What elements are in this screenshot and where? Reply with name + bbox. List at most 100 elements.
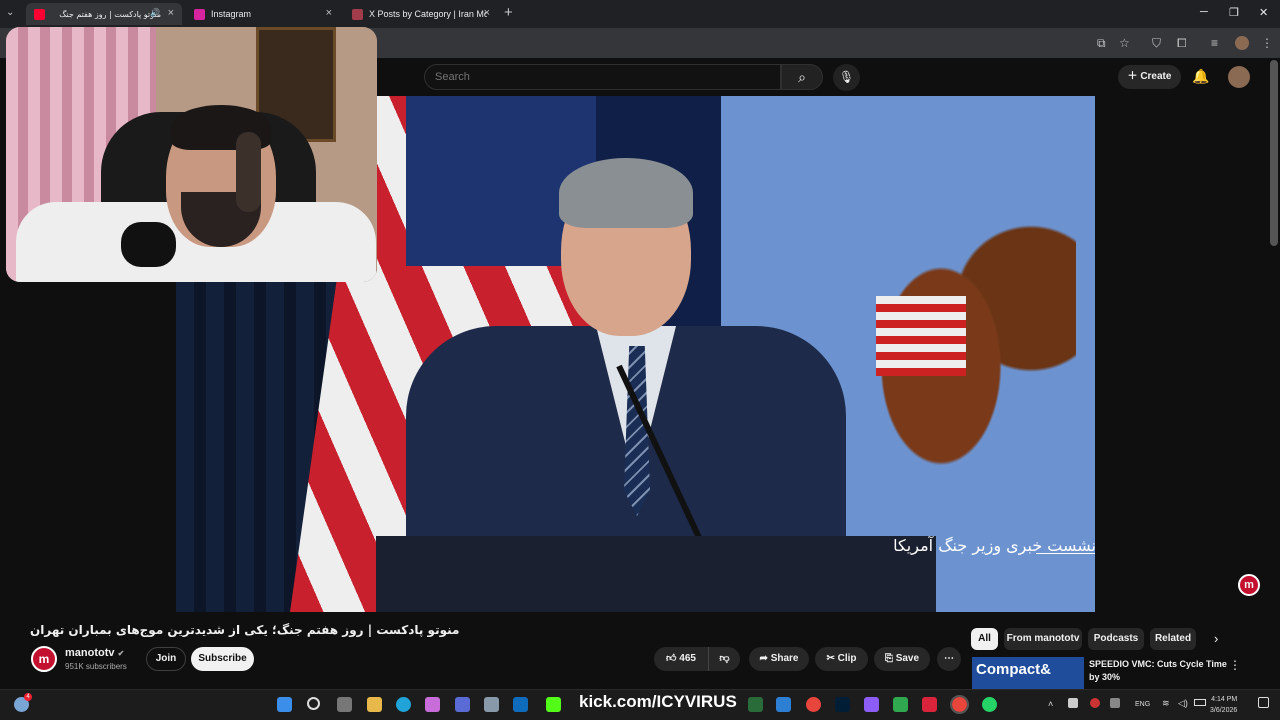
share-arrow-icon: ➦ xyxy=(759,653,771,664)
channel-name[interactable]: manototv ✔ xyxy=(65,647,124,659)
app-red-icon[interactable] xyxy=(922,697,937,712)
windows-start-icon[interactable] xyxy=(277,697,292,712)
cast-icon[interactable]: ⧉ xyxy=(1097,36,1106,51)
chrome-active-icon[interactable] xyxy=(950,695,969,714)
subscriber-count: 951K subscribers xyxy=(65,662,127,671)
tray-record-icon[interactable] xyxy=(1090,698,1100,708)
chrome-icon[interactable] xyxy=(806,697,821,712)
chip-from-channel[interactable]: From manototv xyxy=(1004,628,1082,650)
outlook-icon[interactable] xyxy=(513,697,528,712)
tab-label: X Posts by Category | Iran Mon xyxy=(369,9,487,19)
instagram-favicon-icon xyxy=(194,8,205,20)
bookmark-icon: ⎘ xyxy=(884,653,896,664)
browser-menu-icon[interactable]: ⋮ xyxy=(1261,36,1273,50)
edge-browser-icon[interactable] xyxy=(396,697,411,712)
tray-app-icon[interactable] xyxy=(1068,698,1078,708)
tab-instagram[interactable]: Instagram × xyxy=(186,3,340,25)
taskbar-search-icon[interactable] xyxy=(307,697,320,710)
tab-manoto[interactable]: منوتو پادکست | روز هفتم جنگ 🔊 × xyxy=(26,3,182,25)
verified-check-icon: ✔ xyxy=(117,649,125,658)
thumbs-down-icon: 👎︎ xyxy=(719,653,730,664)
photoshop-icon[interactable] xyxy=(835,697,850,712)
chip-all[interactable]: All xyxy=(971,628,998,650)
recommendation-thumbnail[interactable]: Compact& xyxy=(972,657,1084,689)
minimize-button[interactable]: ─ xyxy=(1200,6,1208,18)
tab-x-posts[interactable]: X Posts by Category | Iran Mon × xyxy=(344,3,498,25)
vscode-icon[interactable] xyxy=(776,697,791,712)
clock-time: 4:14 PM xyxy=(1211,696,1238,703)
page-scrollbar[interactable] xyxy=(1270,60,1278,246)
kick-url-prefix: kick.com/ xyxy=(579,692,657,711)
chip-related[interactable]: Related xyxy=(1150,628,1196,650)
reading-list-icon[interactable]: ≡ xyxy=(1211,36,1218,50)
plus-icon: ＋ xyxy=(1127,71,1141,82)
channel-name-text: manototv xyxy=(65,647,115,659)
tray-overflow-icon[interactable]: ˄ xyxy=(1048,699,1053,709)
join-button[interactable]: Join xyxy=(146,647,186,671)
chevron-right-icon[interactable]: › xyxy=(1214,631,1218,646)
voice-search-button[interactable]: 🎙 xyxy=(833,64,860,91)
bookmark-star-icon[interactable]: ☆ xyxy=(1119,36,1130,50)
system-clock[interactable]: 4:14 PM 3/6/2026 xyxy=(1210,694,1237,716)
close-tab-icon[interactable]: × xyxy=(484,7,490,19)
task-view-icon[interactable] xyxy=(337,697,352,712)
notifications-bell-icon[interactable]: 🔔 xyxy=(1192,68,1209,85)
notification-center-icon[interactable] xyxy=(1258,697,1269,708)
like-button[interactable]: 👍︎ 465 xyxy=(654,647,708,671)
webcam-overlay xyxy=(6,27,377,282)
video-caption: نشست خبری وزیر جنگ آمریکا xyxy=(893,536,1095,555)
recommendation-more-icon[interactable]: ⋮ xyxy=(1229,658,1241,672)
wifi-icon[interactable]: ≋ xyxy=(1162,698,1170,709)
search-button[interactable]: ⌕ xyxy=(781,64,823,90)
recommendation-title[interactable]: SPEEDIO VMC: Cuts Cycle Time by 30% xyxy=(1089,658,1229,684)
app-green-icon[interactable] xyxy=(893,697,908,712)
volume-icon[interactable]: ◁) xyxy=(1178,698,1188,709)
account-avatar[interactable] xyxy=(1228,66,1250,88)
kick-username: ICYVIRUS xyxy=(656,692,737,711)
close-window-button[interactable]: ✕ xyxy=(1259,6,1268,19)
teams-icon[interactable] xyxy=(455,697,470,712)
clip-button[interactable]: ✂ Clip xyxy=(815,647,868,671)
copilot-icon[interactable] xyxy=(425,697,440,712)
maximize-button[interactable]: ❐ xyxy=(1229,6,1239,19)
microphone-icon: 🎙 xyxy=(838,70,855,84)
close-tab-icon[interactable]: × xyxy=(326,7,332,19)
video-emblem-shield xyxy=(876,296,966,376)
xbox-icon[interactable] xyxy=(748,697,763,712)
shield-extension-icon[interactable]: ⛉ xyxy=(1152,36,1161,51)
dislike-button[interactable]: 👎︎ xyxy=(708,647,740,671)
app-icon[interactable] xyxy=(484,697,499,712)
save-button[interactable]: ⎘ Save xyxy=(874,647,930,671)
chip-podcasts[interactable]: Podcasts xyxy=(1088,628,1144,650)
obs-icon[interactable] xyxy=(864,697,879,712)
battery-icon[interactable] xyxy=(1194,699,1206,706)
notification-badge: 4 xyxy=(24,693,32,701)
thumbnail-text: Compact& xyxy=(976,661,1052,678)
new-tab-button[interactable]: + xyxy=(504,4,513,21)
search-icon: ⌕ xyxy=(798,69,806,85)
search-input[interactable] xyxy=(424,64,781,90)
close-tab-icon[interactable]: × xyxy=(168,7,174,19)
input-language[interactable]: ENG xyxy=(1135,701,1150,708)
channel-watermark-button[interactable]: m xyxy=(1238,574,1260,596)
kick-logo-icon xyxy=(546,697,561,712)
channel-avatar[interactable]: m xyxy=(31,646,57,672)
clip-label: Clip xyxy=(837,653,857,664)
clock-date: 3/6/2026 xyxy=(1210,707,1238,714)
webcam-headphone xyxy=(236,132,261,212)
audio-playing-icon[interactable]: 🔊 xyxy=(150,8,160,17)
tray-app2-icon[interactable] xyxy=(1110,698,1120,708)
create-button[interactable]: ＋ Create xyxy=(1118,65,1181,89)
more-actions-button[interactable]: ⋯ xyxy=(937,647,961,671)
share-button[interactable]: ➦ Share xyxy=(749,647,809,671)
youtube-favicon-icon xyxy=(34,8,45,20)
thumbs-up-icon: 👍︎ xyxy=(666,653,680,664)
file-explorer-icon[interactable] xyxy=(367,697,382,712)
extensions-icon[interactable]: ⧠ xyxy=(1177,36,1187,51)
profile-avatar[interactable] xyxy=(1235,36,1249,50)
tab-label: منوتو پادکست | روز هفتم جنگ xyxy=(59,9,161,19)
subscribe-button[interactable]: Subscribe xyxy=(191,647,254,671)
whatsapp-icon[interactable] xyxy=(982,697,997,712)
create-label: Create xyxy=(1140,71,1172,82)
tab-search-dropdown-icon[interactable]: ⌄ xyxy=(6,7,14,18)
